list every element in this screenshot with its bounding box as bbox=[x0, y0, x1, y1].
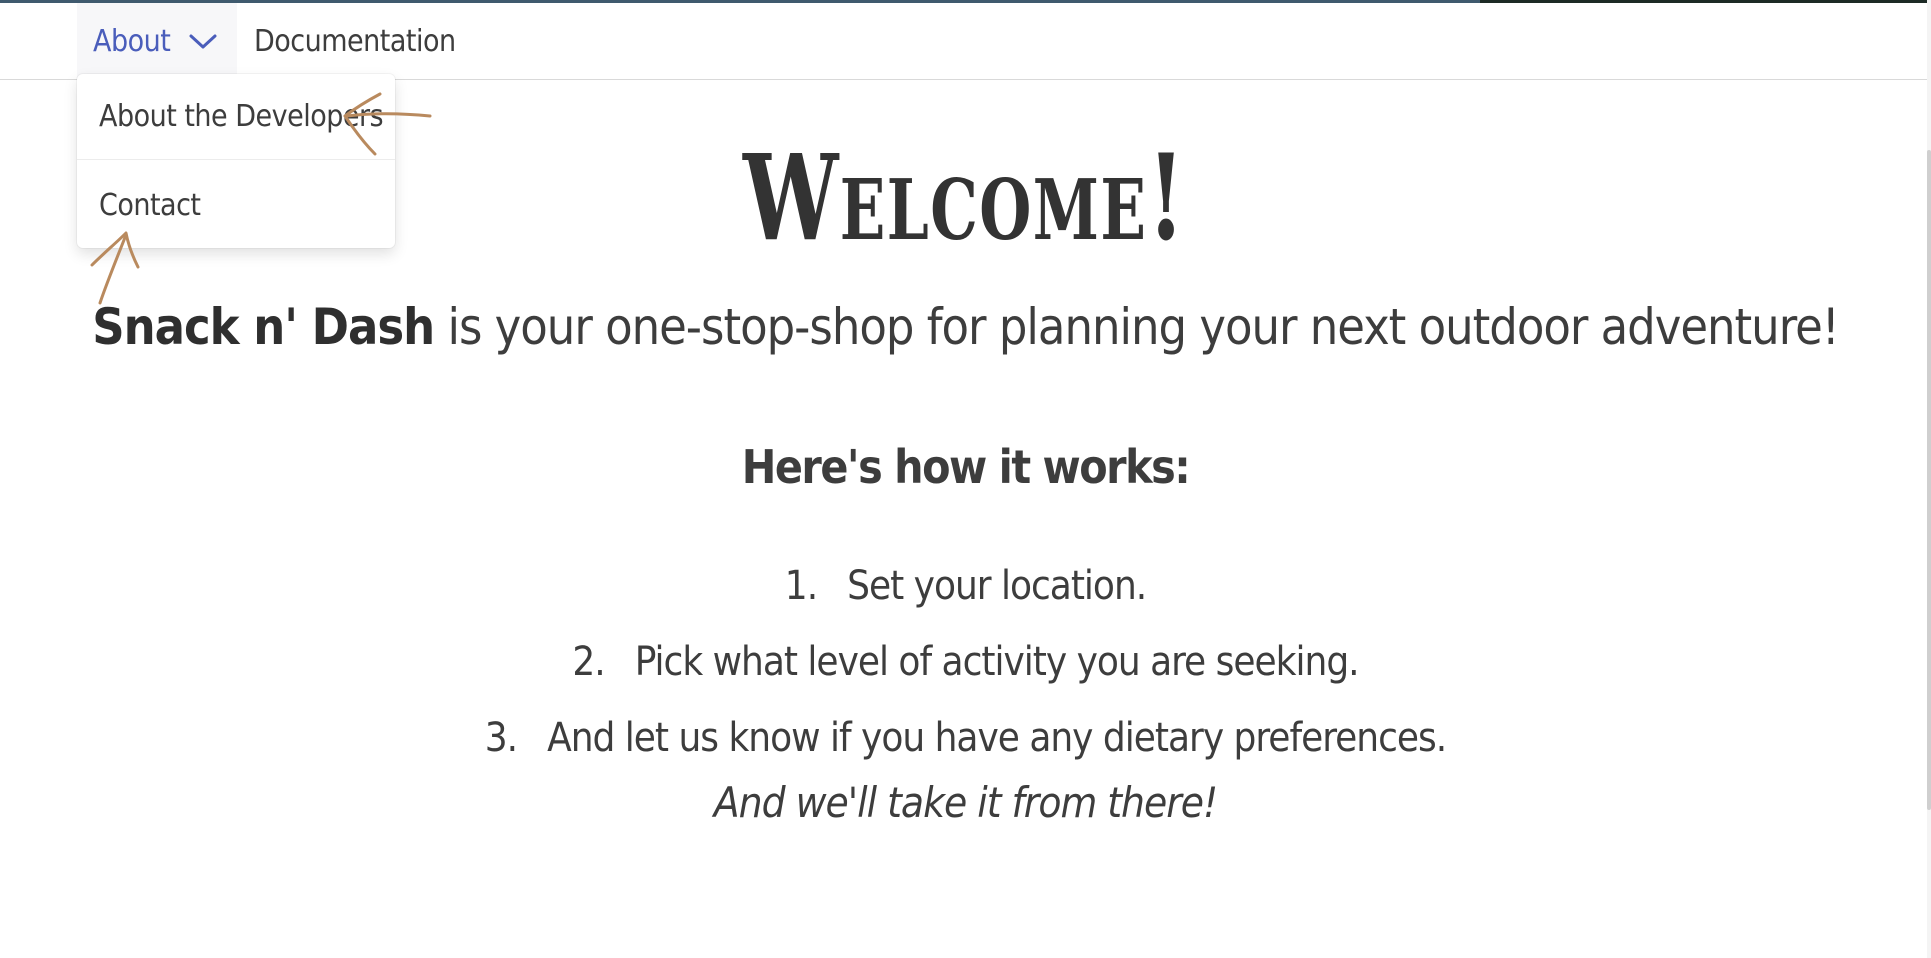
how-it-works-heading: Here's how it works: bbox=[741, 440, 1191, 494]
step-number: 1. bbox=[784, 563, 818, 609]
tagline: Snack n' Dash is your one-stop-shop for … bbox=[0, 298, 1931, 356]
about-dropdown-menu: About the Developers Contact bbox=[77, 74, 395, 248]
step-item: 3. And let us know if you have any dietar… bbox=[0, 700, 1931, 776]
step-item: 2. Pick what level of activity you are se… bbox=[0, 624, 1931, 700]
nav-about-toggle[interactable]: About bbox=[77, 3, 237, 79]
page-title: Welcome! bbox=[742, 128, 1187, 267]
steps-list: 1. Set your location. 2. Pick what level o… bbox=[0, 548, 1931, 776]
brand-name: Snack n' Dash bbox=[92, 298, 435, 356]
tagline-text: is your one-stop-shop for planning your … bbox=[434, 298, 1839, 356]
nav-documentation-link[interactable]: Documentation bbox=[254, 3, 456, 79]
closing-text: And we'll take it from there! bbox=[713, 778, 1218, 827]
nav-about-label: About bbox=[93, 23, 171, 59]
step-text: Pick what level of activity you are seek… bbox=[634, 639, 1360, 685]
step-number: 3. bbox=[484, 715, 518, 761]
navbar: About Documentation bbox=[0, 3, 1931, 80]
chevron-down-icon bbox=[189, 34, 217, 49]
menu-item-contact[interactable]: Contact bbox=[77, 162, 395, 248]
step-item: 1. Set your location. bbox=[0, 548, 1931, 624]
step-number: 2. bbox=[572, 639, 605, 685]
step-text: Set your location. bbox=[847, 563, 1147, 609]
scrollbar-thumb[interactable] bbox=[1927, 150, 1931, 810]
step-text: And let us know if you have any dietary … bbox=[547, 715, 1447, 761]
menu-item-about-developers[interactable]: About the Developers bbox=[77, 74, 395, 160]
